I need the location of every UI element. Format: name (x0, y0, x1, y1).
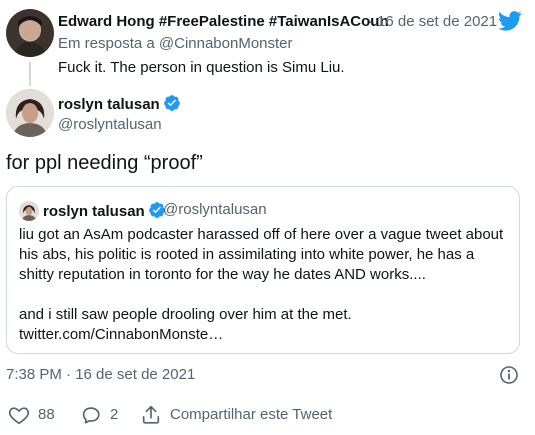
reply-date-separator: · (368, 13, 373, 30)
author-handle[interactable]: @roslyntalusan (58, 116, 162, 133)
reply-thread-line (29, 62, 31, 86)
in-reply-handle[interactable]: @CinnabonMonster (159, 35, 293, 52)
info-icon[interactable] (499, 365, 519, 385)
quoted-text-line-1: liu got an AsAm podcaster harassed off o… (19, 226, 504, 243)
in-reply-to: Em resposta a @CinnabonMonster (58, 35, 293, 52)
quoted-text-line-3: shitty reputation in toronto for the way… (19, 266, 426, 283)
quoted-text-line-4: and i still saw people drooling over him… (19, 306, 352, 323)
twitter-bird-icon[interactable] (498, 10, 522, 32)
reply-date[interactable]: 16 de set de 2021 (377, 13, 497, 30)
quoted-link[interactable]: twitter.com/CinnabonMonste… (19, 325, 223, 345)
tweet-text: for ppl needing “proof” (6, 152, 203, 174)
author-name-text: roslyn talusan (58, 96, 160, 113)
reply-tweet-text: Fuck it. The person in question is Simu … (58, 59, 345, 76)
quoted-text-line-2: his abs, his politic is rooted in assimi… (19, 246, 475, 263)
reply-author-name[interactable]: Edward Hong #FreePalestine #TaiwanIsACou… (58, 13, 389, 30)
share-button-label[interactable]: Compartilhar este Tweet (170, 406, 332, 423)
quoted-author-name: roslyn talusan (43, 201, 166, 220)
verified-badge-icon (163, 94, 181, 112)
in-reply-prefix: Em resposta a (58, 35, 159, 52)
reply-count: 2 (110, 406, 119, 423)
heart-icon[interactable] (8, 404, 30, 426)
reply-bubble-icon[interactable] (80, 404, 102, 426)
quoted-author-handle: @roslyntalusan (163, 201, 267, 218)
reply-author-avatar[interactable] (6, 9, 54, 57)
share-icon[interactable] (140, 404, 162, 426)
quoted-author-avatar (19, 201, 39, 221)
quoted-tweet-card[interactable]: roslyn talusan @roslyntalusan liu got an… (6, 186, 520, 354)
quoted-author-name-text: roslyn talusan (43, 203, 145, 220)
like-count: 88 (38, 406, 55, 423)
author-name[interactable]: roslyn talusan (58, 94, 181, 113)
tweet-timestamp[interactable]: 7:38 PM · 16 de set de 2021 (6, 366, 195, 383)
author-avatar[interactable] (6, 89, 54, 137)
